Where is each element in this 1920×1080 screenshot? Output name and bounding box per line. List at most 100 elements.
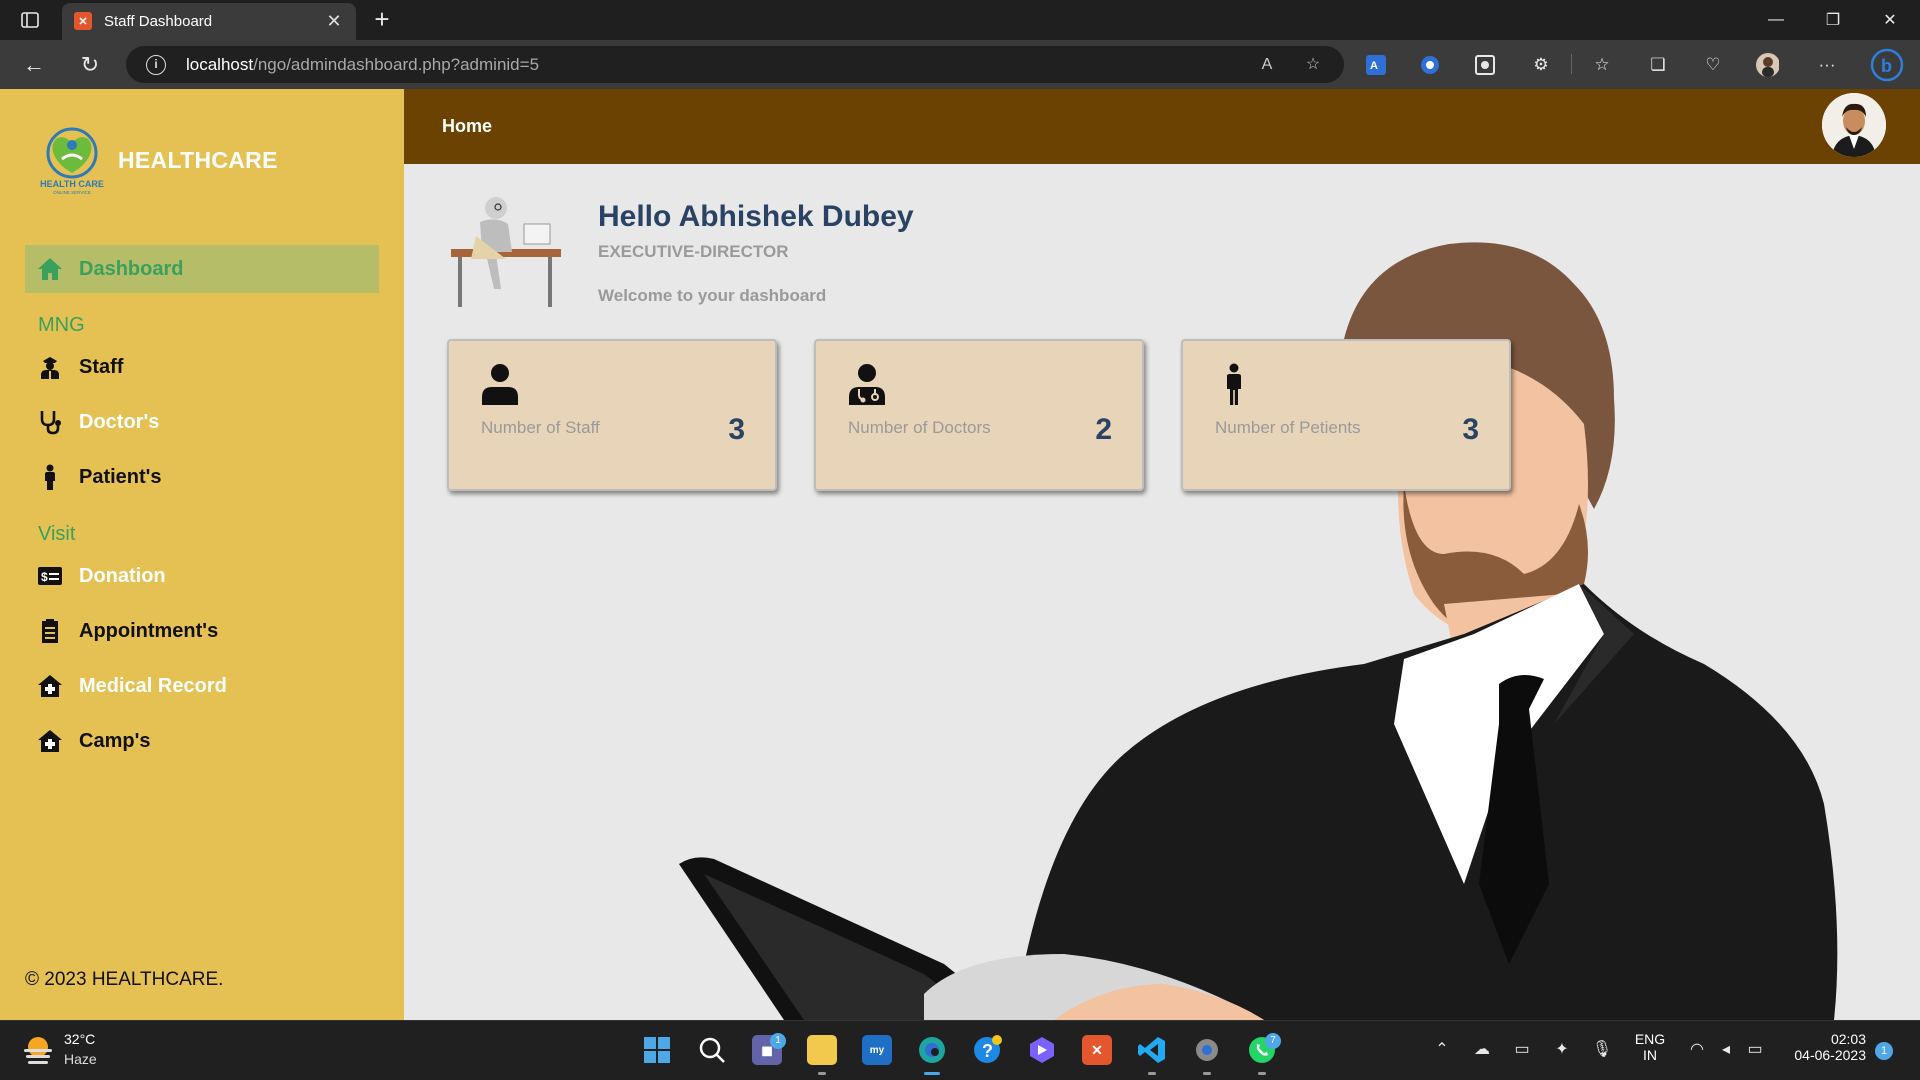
clipboard-icon — [37, 618, 63, 644]
refresh-icon[interactable]: ↻ — [74, 49, 106, 81]
brand-name: HEALTHCARE — [118, 147, 278, 173]
edge-icon[interactable] — [913, 1031, 951, 1075]
cast-icon[interactable]: ▭ — [1510, 1039, 1534, 1063]
bing-copilot-icon[interactable]: b — [1870, 48, 1904, 82]
stethoscope-icon — [37, 409, 63, 435]
settings-icon[interactable] — [1188, 1031, 1226, 1075]
topbar: Home — [404, 89, 1920, 164]
stat-value: 3 — [728, 413, 745, 446]
more-options-icon[interactable]: ··· — [1815, 53, 1839, 77]
donation-icon: $ — [37, 563, 63, 589]
user-avatar[interactable] — [1822, 93, 1886, 157]
doctor-icon — [849, 364, 885, 405]
welcome-text: Welcome to your dashboard — [598, 286, 827, 305]
close-window-icon[interactable]: ✕ — [1862, 0, 1918, 40]
browser-tab-bar: ✕ Staff Dashboard ✕ + — ❐ ✕ — [0, 0, 1920, 40]
notification-badge[interactable]: 1 — [1875, 1042, 1893, 1060]
clipchamp-icon[interactable] — [1023, 1031, 1061, 1069]
sidebar-item-appointments[interactable]: Appointment's — [25, 607, 379, 655]
greeting-heading: Hello Abhishek Dubey — [598, 200, 914, 233]
start-icon[interactable] — [638, 1031, 676, 1069]
sidebar-item-label: Camp's — [79, 729, 151, 752]
medical-house-icon — [37, 728, 63, 754]
sidebar-item-staff[interactable]: Staff — [25, 343, 379, 391]
browser-tab[interactable]: ✕ Staff Dashboard ✕ — [62, 3, 356, 40]
health-icon[interactable]: ♡ — [1701, 53, 1725, 77]
sidebar-item-patients[interactable]: Patient's — [25, 453, 379, 501]
svg-text:ONLINE SERVICE: ONLINE SERVICE — [53, 190, 91, 195]
back-icon[interactable]: ← — [18, 49, 50, 81]
file-explorer-icon[interactable] — [803, 1031, 841, 1075]
weather-temperature[interactable]: 32°C — [64, 1031, 95, 1047]
profile-avatar-icon[interactable] — [1755, 53, 1779, 77]
whatsapp-icon[interactable]: 7 — [1243, 1031, 1281, 1075]
weather-condition[interactable]: Haze — [64, 1051, 97, 1067]
add-favorite-icon[interactable]: ☆ — [1302, 54, 1324, 76]
volume-icon[interactable]: ◂ — [1714, 1039, 1738, 1063]
healthcare-logo-icon: HEALTH CARE ONLINE SERVICE — [40, 127, 104, 195]
extension-icon[interactable] — [1418, 53, 1442, 77]
stat-label: Number of Doctors — [848, 418, 991, 437]
restore-icon[interactable]: ❐ — [1805, 0, 1861, 40]
language-indicator[interactable]: ENG IN — [1630, 1031, 1670, 1063]
collections-icon[interactable]: ❏ — [1646, 53, 1670, 77]
translate-icon[interactable]: A — [1364, 53, 1388, 77]
home-icon — [37, 256, 63, 282]
user-icon — [482, 364, 518, 405]
tab-title: Staff Dashboard — [104, 13, 213, 30]
teams-chat-icon[interactable]: ◼ 1 — [748, 1031, 786, 1069]
onedrive-icon[interactable]: ☁ — [1470, 1039, 1494, 1063]
sidebar-item-label: Medical Record — [79, 674, 227, 697]
chevron-up-icon[interactable]: ⌃ — [1430, 1039, 1454, 1063]
svg-text:b: b — [1881, 56, 1892, 76]
stat-card-doctors[interactable]: Number of Doctors 2 — [814, 339, 1144, 491]
xampp-icon[interactable]: ✕ — [1078, 1031, 1116, 1069]
address-bar[interactable]: i localhost/ngo/admindashboard.php?admin… — [126, 46, 1344, 83]
user-role: EXECUTIVE-DIRECTOR — [598, 242, 789, 261]
sidebar-item-label: Staff — [79, 355, 124, 378]
main-content: Hello Abhishek Dubey EXECUTIVE-DIRECTOR … — [404, 164, 1920, 1020]
minimize-icon[interactable]: — — [1748, 0, 1804, 40]
sidebar-item-medical-record[interactable]: Medical Record — [25, 662, 379, 710]
close-tab-icon[interactable]: ✕ — [322, 9, 346, 33]
sidebar-item-label: Dashboard — [79, 257, 184, 280]
read-aloud-icon[interactable]: A — [1256, 54, 1278, 76]
screenshot-icon[interactable] — [1473, 53, 1497, 77]
sidebar-item-doctors[interactable]: Doctor's — [25, 398, 379, 446]
search-icon[interactable] — [693, 1031, 731, 1069]
battery-icon[interactable]: ▭ — [1743, 1039, 1767, 1063]
clock[interactable]: 02:03 04-06-2023 — [1782, 1031, 1866, 1063]
page: HEALTH CARE ONLINE SERVICE HEALTHCARE Da… — [0, 89, 1920, 1020]
favorites-icon[interactable]: ☆ — [1590, 53, 1614, 77]
wifi-icon[interactable]: ◠ — [1685, 1039, 1709, 1063]
tab-actions-icon[interactable] — [14, 8, 46, 32]
sidebar-item-label: Patient's — [79, 465, 162, 488]
person-standing-icon — [1227, 363, 1241, 405]
myhp-icon[interactable]: my — [858, 1031, 896, 1069]
help-icon[interactable]: ? — [968, 1031, 1006, 1069]
page-title[interactable]: Home — [442, 116, 492, 137]
extensions-icon[interactable]: ⚙ — [1529, 53, 1553, 77]
url-text[interactable]: localhost/ngo/admindashboard.php?adminid… — [186, 55, 539, 75]
vscode-icon[interactable] — [1133, 1031, 1171, 1075]
stat-label: Number of Petients — [1215, 418, 1361, 437]
stat-card-staff[interactable]: Number of Staff 3 — [447, 339, 777, 491]
dropbox-icon[interactable]: ✦ — [1550, 1039, 1574, 1063]
toolbar-separator — [1571, 54, 1572, 74]
brand[interactable]: HEALTH CARE ONLINE SERVICE HEALTHCARE — [34, 125, 364, 205]
new-tab-button[interactable]: + — [368, 6, 396, 34]
sidebar-item-label: Appointment's — [79, 619, 219, 642]
sidebar-item-camps[interactable]: Camp's — [25, 717, 379, 765]
sidebar-item-dashboard[interactable]: Dashboard — [25, 245, 379, 293]
microphone-icon[interactable]: 🎙 — [1590, 1039, 1614, 1063]
haze-weather-icon[interactable] — [22, 1035, 54, 1065]
site-info-icon[interactable]: i — [146, 55, 166, 75]
taskbar: 32°C Haze ◼ 1 my ? ✕ 7 ⌃ ☁ ▭ ✦ 🎙 ENG IN ◠ … — [0, 1020, 1920, 1080]
sidebar: HEALTH CARE ONLINE SERVICE HEALTHCARE Da… — [0, 89, 404, 1020]
browser-toolbar: ← ↻ i localhost/ngo/admindashboard.php?a… — [0, 40, 1920, 89]
sidebar-item-donation[interactable]: $ Donation — [25, 552, 379, 600]
section-mng: MNG — [38, 314, 85, 336]
person-icon — [37, 464, 63, 490]
stat-card-patients[interactable]: Number of Petients 3 — [1181, 339, 1511, 491]
svg-text:?: ? — [982, 1041, 993, 1061]
